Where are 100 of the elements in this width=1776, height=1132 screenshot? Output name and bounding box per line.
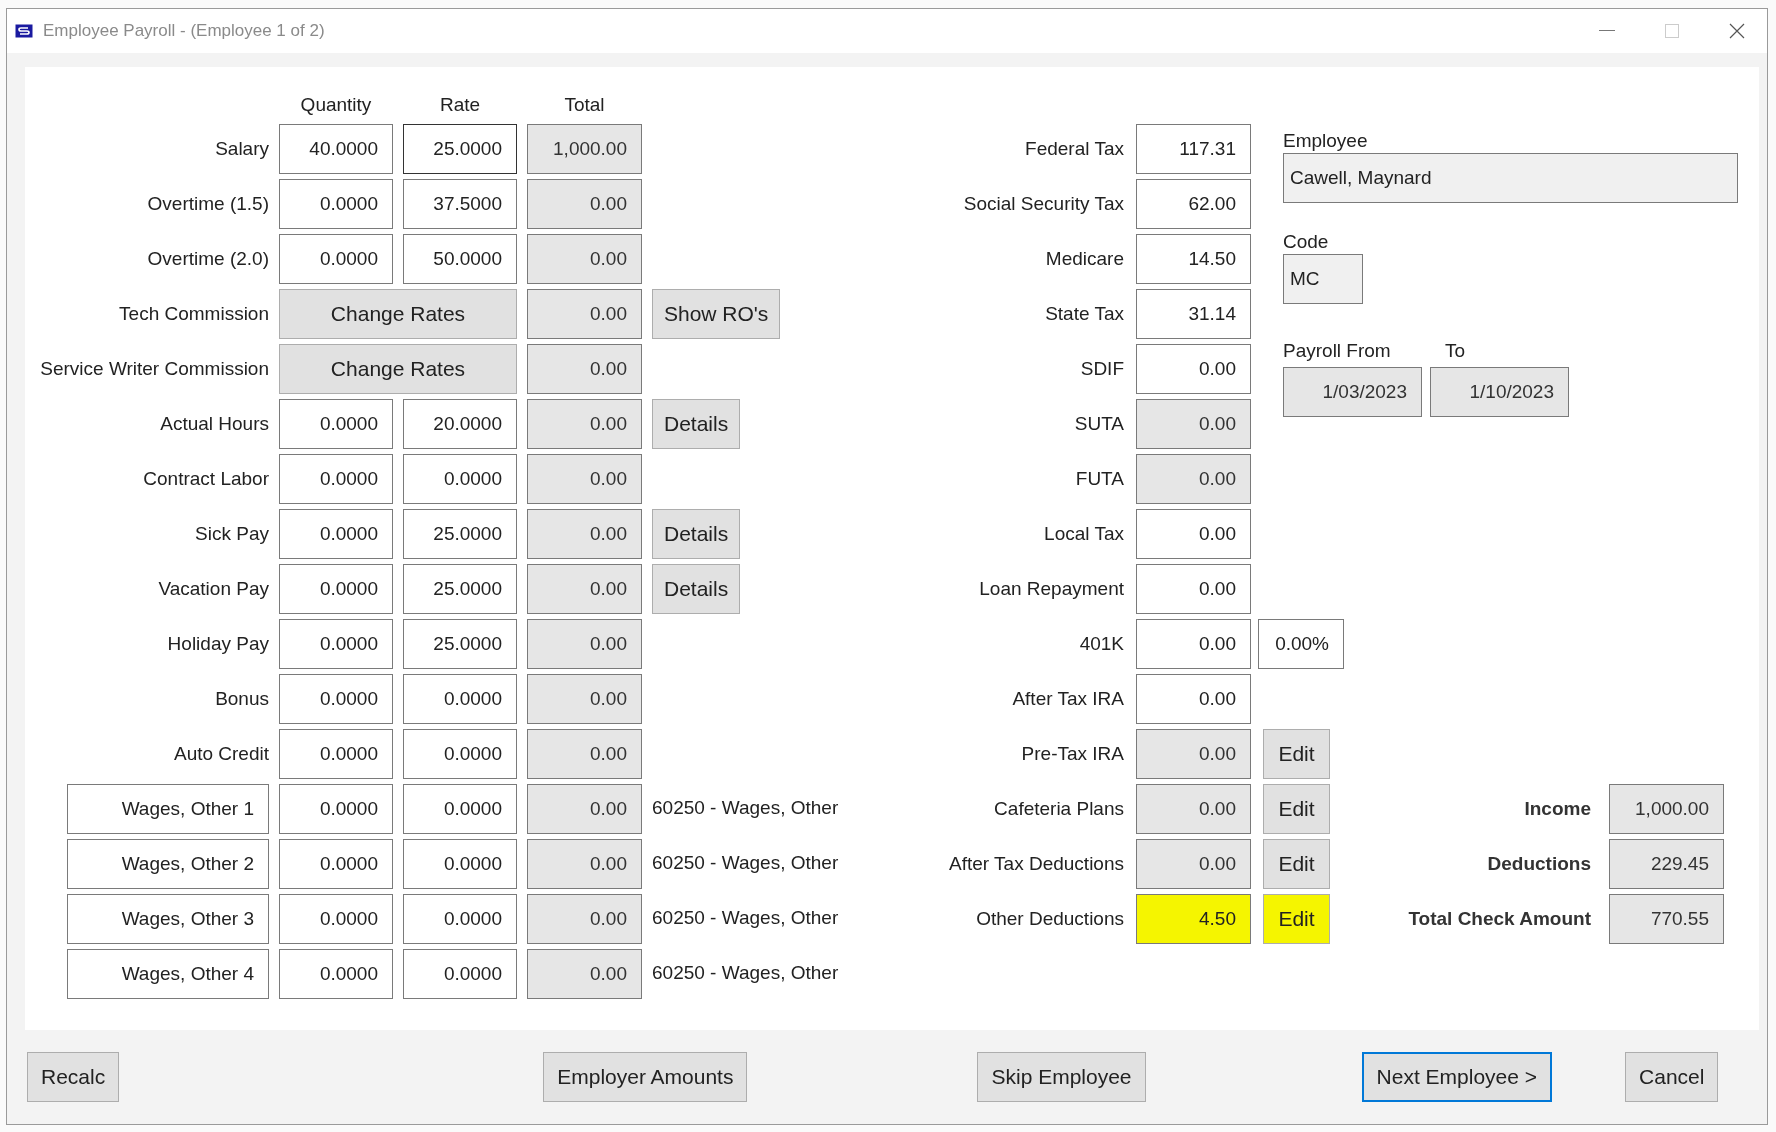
- account-label: 60250 - Wages, Other: [652, 906, 840, 930]
- quantity-field[interactable]: 0.0000: [279, 234, 393, 284]
- footer-button[interactable]: Skip Employee: [977, 1052, 1146, 1102]
- quantity-field[interactable]: 0.0000: [279, 454, 393, 504]
- wage-name-field[interactable]: Wages, Other 2: [67, 839, 269, 889]
- show-ros-button[interactable]: Show RO's: [652, 289, 781, 339]
- footer-button[interactable]: Next Employee >: [1361, 1052, 1553, 1102]
- date-field[interactable]: 1/10/2023: [1430, 367, 1569, 417]
- total-label: Income: [1524, 796, 1591, 821]
- rate-field[interactable]: 25.0000: [403, 509, 517, 559]
- summary-field[interactable]: 1,000.00: [1609, 784, 1724, 834]
- wage-name-field[interactable]: Wages, Other 3: [67, 894, 269, 944]
- deduction-label: After Tax IRA: [1011, 686, 1125, 711]
- quantity-field[interactable]: 0.0000: [279, 784, 393, 834]
- change-rates-button[interactable]: Change Rates: [279, 344, 517, 394]
- total-field[interactable]: 0.00: [527, 894, 642, 944]
- rate-field[interactable]: 25.0000: [403, 564, 517, 614]
- quantity-field[interactable]: 0.0000: [279, 839, 393, 889]
- details-button[interactable]: Details: [652, 564, 741, 614]
- deduction-field[interactable]: 62.00: [1136, 179, 1251, 229]
- date-field[interactable]: 1/03/2023: [1283, 367, 1422, 417]
- rate-field[interactable]: 0.0000: [403, 729, 517, 779]
- total-field[interactable]: 0.00: [527, 509, 642, 559]
- total-field[interactable]: 0.00: [527, 949, 642, 999]
- deduction-label: Cafeteria Plans: [993, 796, 1125, 821]
- total-field[interactable]: 0.00: [527, 289, 642, 339]
- rate-field[interactable]: 50.0000: [403, 234, 517, 284]
- row-label: Overtime (1.5): [146, 191, 269, 216]
- footer-button[interactable]: Cancel: [1625, 1052, 1719, 1102]
- deduction-field[interactable]: 31.14: [1136, 289, 1251, 339]
- details-button[interactable]: Details: [652, 509, 741, 559]
- deduction-label: Local Tax: [1043, 521, 1125, 546]
- percent-field[interactable]: 0.00%: [1258, 619, 1344, 669]
- deduction-field[interactable]: 0.00: [1136, 344, 1251, 394]
- row-label: Salary: [214, 136, 269, 161]
- total-field[interactable]: 0.00: [527, 619, 642, 669]
- total-field[interactable]: 1,000.00: [527, 124, 642, 174]
- quantity-field[interactable]: 0.0000: [279, 949, 393, 999]
- change-rates-button[interactable]: Change Rates: [279, 289, 517, 339]
- deduction-label: Other Deductions: [975, 906, 1125, 931]
- code-field[interactable]: MC: [1283, 254, 1363, 304]
- payroll-from-label: Payroll From: [1283, 339, 1392, 363]
- deduction-field[interactable]: 0.00: [1136, 619, 1251, 669]
- rate-field[interactable]: 0.0000: [403, 454, 517, 504]
- rate-field[interactable]: 0.0000: [403, 894, 517, 944]
- rate-field[interactable]: 0.0000: [403, 674, 517, 724]
- summary-field[interactable]: 770.55: [1609, 894, 1724, 944]
- total-field[interactable]: 0.00: [527, 344, 642, 394]
- row-label: Actual Hours: [159, 411, 269, 436]
- employee-field[interactable]: Cawell, Maynard: [1283, 153, 1738, 203]
- row-label: Contract Labor: [142, 466, 269, 491]
- total-field[interactable]: 0.00: [527, 454, 642, 504]
- deduction-field[interactable]: 0.00: [1136, 674, 1251, 724]
- close-icon[interactable]: [1729, 23, 1745, 39]
- details-button[interactable]: Details: [652, 399, 741, 449]
- quantity-field[interactable]: 0.0000: [279, 179, 393, 229]
- row-label: Bonus: [214, 686, 269, 711]
- deduction-label: Social Security Tax: [962, 191, 1125, 216]
- footer-button[interactable]: Employer Amounts: [543, 1052, 748, 1102]
- total-field[interactable]: 0.00: [527, 729, 642, 779]
- rate-field[interactable]: 0.0000: [403, 839, 517, 889]
- quantity-field[interactable]: 0.0000: [279, 729, 393, 779]
- account-label: 60250 - Wages, Other: [652, 796, 840, 820]
- quantity-field[interactable]: 0.0000: [279, 509, 393, 559]
- total-field[interactable]: 0.00: [527, 839, 642, 889]
- deduction-field[interactable]: 14.50: [1136, 234, 1251, 284]
- quantity-field[interactable]: 0.0000: [279, 399, 393, 449]
- total-field[interactable]: 0.00: [527, 179, 642, 229]
- rate-field[interactable]: 0.0000: [403, 949, 517, 999]
- deduction-field[interactable]: 0.00: [1136, 509, 1251, 559]
- window-title: Employee Payroll - (Employee 1 of 2): [43, 20, 325, 43]
- row-label: Auto Credit: [172, 741, 269, 766]
- deduction-label: Pre-Tax IRA: [1020, 741, 1125, 766]
- quantity-field[interactable]: 0.0000: [279, 894, 393, 944]
- total-field[interactable]: 0.00: [527, 234, 642, 284]
- total-field[interactable]: 0.00: [527, 674, 642, 724]
- footer-button[interactable]: Recalc: [27, 1052, 120, 1102]
- quantity-field[interactable]: 0.0000: [279, 564, 393, 614]
- minimize-icon[interactable]: [1599, 30, 1615, 32]
- quantity-field[interactable]: 0.0000: [279, 619, 393, 669]
- rate-field[interactable]: 25.0000: [403, 124, 517, 174]
- total-field[interactable]: 0.00: [527, 564, 642, 614]
- app-logo-icon: [15, 24, 33, 38]
- deduction-label: FUTA: [1074, 466, 1125, 491]
- wage-name-field[interactable]: Wages, Other 4: [67, 949, 269, 999]
- summary-field[interactable]: 229.45: [1609, 839, 1724, 889]
- rate-field[interactable]: 37.5000: [403, 179, 517, 229]
- deduction-label: SUTA: [1073, 411, 1125, 436]
- wage-name-field[interactable]: Wages, Other 1: [67, 784, 269, 834]
- rate-field[interactable]: 0.0000: [403, 784, 517, 834]
- deduction-field[interactable]: 117.31: [1136, 124, 1251, 174]
- total-field[interactable]: 0.00: [527, 784, 642, 834]
- rate-field[interactable]: 25.0000: [403, 619, 517, 669]
- row-label: Overtime (2.0): [146, 246, 269, 271]
- account-label: 60250 - Wages, Other: [652, 961, 840, 985]
- quantity-field[interactable]: 40.0000: [279, 124, 393, 174]
- rate-field[interactable]: 20.0000: [403, 399, 517, 449]
- deduction-field[interactable]: 0.00: [1136, 564, 1251, 614]
- total-field[interactable]: 0.00: [527, 399, 642, 449]
- quantity-field[interactable]: 0.0000: [279, 674, 393, 724]
